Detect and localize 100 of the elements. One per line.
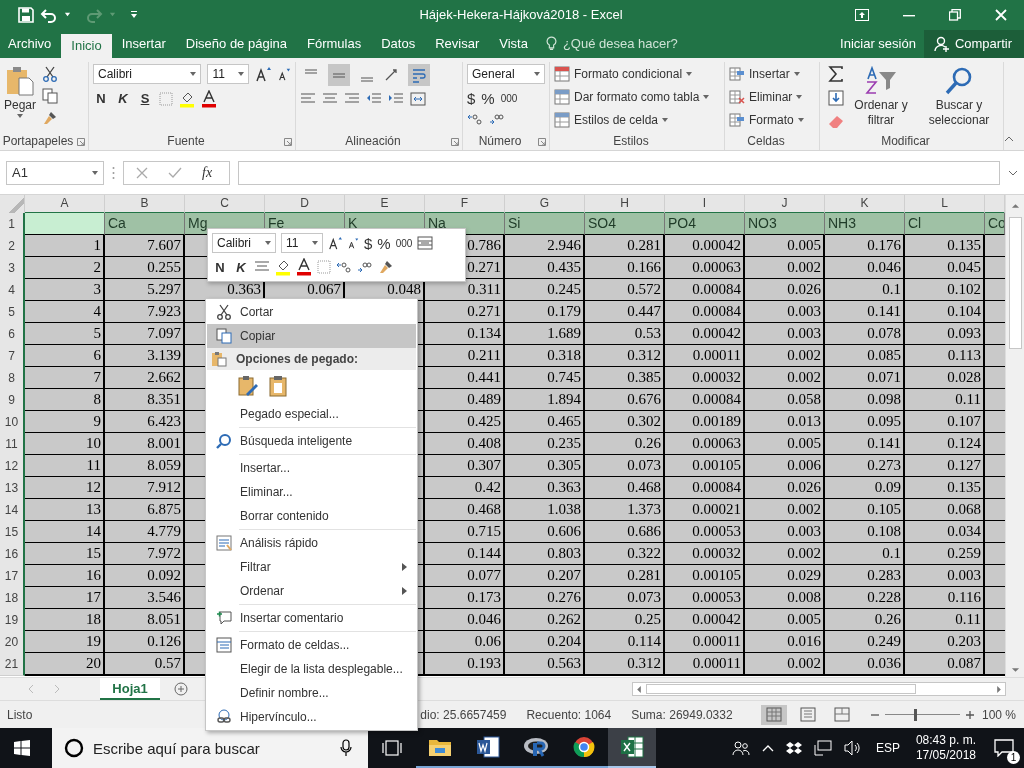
ribbon-tab[interactable]: Insertar — [111, 29, 176, 58]
zoom-slider-thumb[interactable] — [913, 708, 917, 721]
save-icon[interactable] — [18, 6, 34, 23]
scroll-up-icon[interactable] — [1010, 203, 1020, 210]
currency-button[interactable]: $ — [364, 234, 373, 252]
font-color-icon[interactable] — [201, 89, 217, 108]
windows-start-icon[interactable] — [14, 740, 30, 756]
bold-button[interactable]: N — [212, 259, 228, 275]
wrap-text-icon[interactable] — [408, 63, 430, 86]
ribbon-tab[interactable]: Archivo — [0, 29, 62, 58]
row-header[interactable]: 21 — [0, 653, 25, 677]
format-painter-icon[interactable] — [378, 259, 394, 275]
share-button[interactable]: Compartir — [923, 29, 1024, 58]
people-icon[interactable] — [731, 740, 750, 756]
row-header[interactable]: 14 — [0, 499, 25, 523]
ribbon-tab[interactable]: Vista — [489, 29, 538, 58]
row-header[interactable]: 5 — [0, 301, 25, 325]
font-size-field[interactable]: 11 — [281, 233, 323, 253]
cells-menu-button[interactable]: Insertar — [729, 63, 815, 84]
language-indicator[interactable]: ESP — [875, 741, 900, 755]
row-header[interactable]: 6 — [0, 323, 25, 347]
fill-icon[interactable] — [828, 89, 844, 106]
increase-decimal-icon[interactable] — [467, 112, 483, 125]
autosum-icon[interactable] — [828, 65, 844, 82]
menu-item[interactable]: Pegado especial... — [207, 402, 416, 426]
customize-icon[interactable] — [130, 9, 138, 20]
scrollbar-thumb[interactable] — [1008, 217, 1022, 350]
grow-font-icon[interactable] — [255, 65, 271, 82]
format-painter-icon[interactable] — [42, 109, 59, 126]
scroll-left-icon[interactable] — [636, 684, 642, 694]
expand-icon[interactable] — [1008, 169, 1018, 176]
ribbon-tab[interactable]: Inicio — [61, 33, 112, 58]
close-icon[interactable] — [995, 8, 1007, 21]
chevron-up-icon[interactable] — [761, 744, 774, 752]
find-select-button[interactable]: Buscar y seleccionar — [918, 63, 1000, 128]
styles-menu-button[interactable]: Estilos de celda — [554, 109, 720, 130]
menu-item[interactable]: Filtrar — [207, 555, 416, 579]
row-header[interactable]: 13 — [0, 477, 25, 501]
italic-button[interactable]: K — [115, 91, 131, 107]
paste-button[interactable]: Pegar — [4, 63, 37, 118]
row-header[interactable]: 1 — [0, 213, 25, 237]
menu-item[interactable]: Insertar comentario — [207, 606, 416, 630]
row-header[interactable]: 2 — [0, 235, 25, 259]
ribbon-tab[interactable]: Fórmulas — [297, 29, 372, 58]
insert-function-button[interactable]: fx — [202, 164, 213, 181]
ribbon-tab[interactable]: Datos — [371, 29, 426, 58]
sign-in-link[interactable]: Iniciar sesión — [832, 29, 924, 58]
row-header[interactable]: 20 — [0, 631, 25, 655]
fill-color-icon[interactable] — [275, 258, 291, 276]
dialog-launcher-icon[interactable] — [284, 137, 292, 146]
menu-item[interactable]: Hipervínculo... — [207, 705, 416, 729]
menu-item[interactable]: Borrar contenido — [207, 504, 416, 528]
restore-icon[interactable] — [949, 8, 961, 21]
dialog-launcher-icon[interactable] — [538, 137, 546, 146]
increase-decimal-icon[interactable] — [336, 261, 352, 273]
grow-font-icon[interactable] — [328, 236, 342, 250]
align-icon[interactable] — [366, 91, 382, 106]
align-icon[interactable] — [388, 91, 404, 106]
paste-icon[interactable] — [267, 375, 289, 397]
ribbon-display-icon[interactable] — [855, 8, 869, 21]
shrink-font-icon[interactable] — [347, 237, 359, 249]
undo-icon[interactable] — [40, 6, 58, 23]
row-header[interactable]: 10 — [0, 411, 25, 435]
task-view-icon[interactable] — [382, 740, 402, 756]
ribbon-tab[interactable]: Diseño de página — [175, 29, 297, 58]
row-header[interactable]: 8 — [0, 367, 25, 391]
row-header[interactable]: 18 — [0, 587, 25, 611]
percent-button[interactable]: % — [481, 89, 495, 107]
collapse-ribbon-icon[interactable] — [1004, 135, 1014, 142]
thousands-button[interactable]: 000 — [500, 92, 518, 104]
styles-menu-button[interactable]: Formato condicional — [554, 63, 720, 84]
font-name-field[interactable]: Calibri — [212, 233, 276, 253]
microphone-icon[interactable] — [340, 739, 352, 757]
menu-item[interactable]: Búsqueda inteligente — [207, 429, 416, 453]
scrollbar-thumb[interactable] — [646, 684, 916, 695]
menu-item[interactable]: Formato de celdas... — [207, 633, 416, 657]
merge-icon[interactable] — [417, 236, 434, 250]
currency-button[interactable]: $ — [467, 89, 476, 107]
taskbar-search-field[interactable]: Escribe aquí para buscar — [52, 728, 368, 768]
shrink-font-icon[interactable] — [277, 66, 291, 81]
percent-button[interactable]: % — [377, 234, 391, 252]
zoom-in-icon[interactable] — [965, 710, 974, 719]
underline-button[interactable]: S — [137, 91, 153, 107]
volume-icon[interactable] — [843, 740, 862, 756]
font-color-icon[interactable] — [296, 258, 312, 276]
menu-item[interactable]: Cortar — [207, 300, 416, 324]
scissors-icon[interactable] — [42, 65, 59, 82]
row-header[interactable]: 19 — [0, 609, 25, 633]
cells-menu-button[interactable]: Eliminar — [729, 86, 815, 107]
sort-filter-button[interactable]: Ordenar y filtrar — [850, 63, 912, 128]
row-header[interactable]: 17 — [0, 565, 25, 589]
number-format-field[interactable]: General — [467, 63, 545, 84]
paste-icon[interactable] — [237, 375, 259, 397]
row-header[interactable]: 9 — [0, 389, 25, 413]
merge-icon[interactable] — [410, 91, 426, 106]
font-name-field[interactable]: Calibri — [93, 63, 202, 84]
menu-item[interactable]: Ordenar — [207, 579, 416, 603]
scroll-down-icon[interactable] — [1010, 667, 1020, 674]
row-header[interactable]: 7 — [0, 345, 25, 369]
menu-item[interactable]: Análisis rápido — [207, 531, 416, 555]
